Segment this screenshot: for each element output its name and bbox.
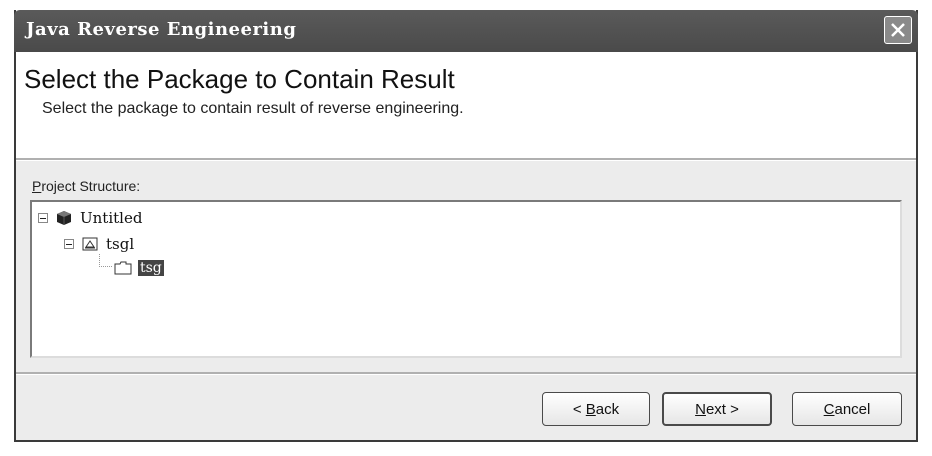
- tree-node-label: Untitled: [80, 209, 143, 227]
- tree-node-label: tsgl: [106, 235, 135, 253]
- project-tree[interactable]: Untitled tsgl tsg: [30, 200, 902, 358]
- tree-node-untitled[interactable]: Untitled: [38, 208, 142, 228]
- tree-node-tsgl[interactable]: tsgl: [64, 234, 134, 254]
- project-structure-label: Project Structure:: [32, 178, 141, 194]
- page-subtitle: Select the package to contain result of …: [42, 100, 464, 117]
- back-button[interactable]: < Back: [542, 392, 650, 426]
- footer-divider: [16, 372, 916, 375]
- tree-node-label-selected: tsg: [138, 260, 164, 276]
- next-button[interactable]: Next >: [662, 392, 772, 426]
- package-icon: [82, 237, 98, 251]
- collapse-toggle-icon[interactable]: [64, 239, 74, 249]
- project-icon: [57, 211, 71, 225]
- wizard-header: Select the Package to Contain Result Sel…: [16, 52, 916, 158]
- tree-connector: [99, 254, 112, 267]
- collapse-toggle-icon[interactable]: [38, 213, 48, 223]
- tree-node-tsg[interactable]: tsg: [114, 258, 164, 278]
- cancel-button[interactable]: Cancel: [792, 392, 902, 426]
- title-bar[interactable]: Java Reverse Engineering: [14, 10, 918, 52]
- folder-icon: [114, 261, 132, 275]
- close-button[interactable]: [884, 16, 912, 44]
- page-title: Select the Package to Contain Result: [24, 64, 455, 94]
- window-title: Java Reverse Engineering: [26, 19, 297, 40]
- header-divider: [16, 158, 916, 161]
- close-icon: [891, 23, 905, 37]
